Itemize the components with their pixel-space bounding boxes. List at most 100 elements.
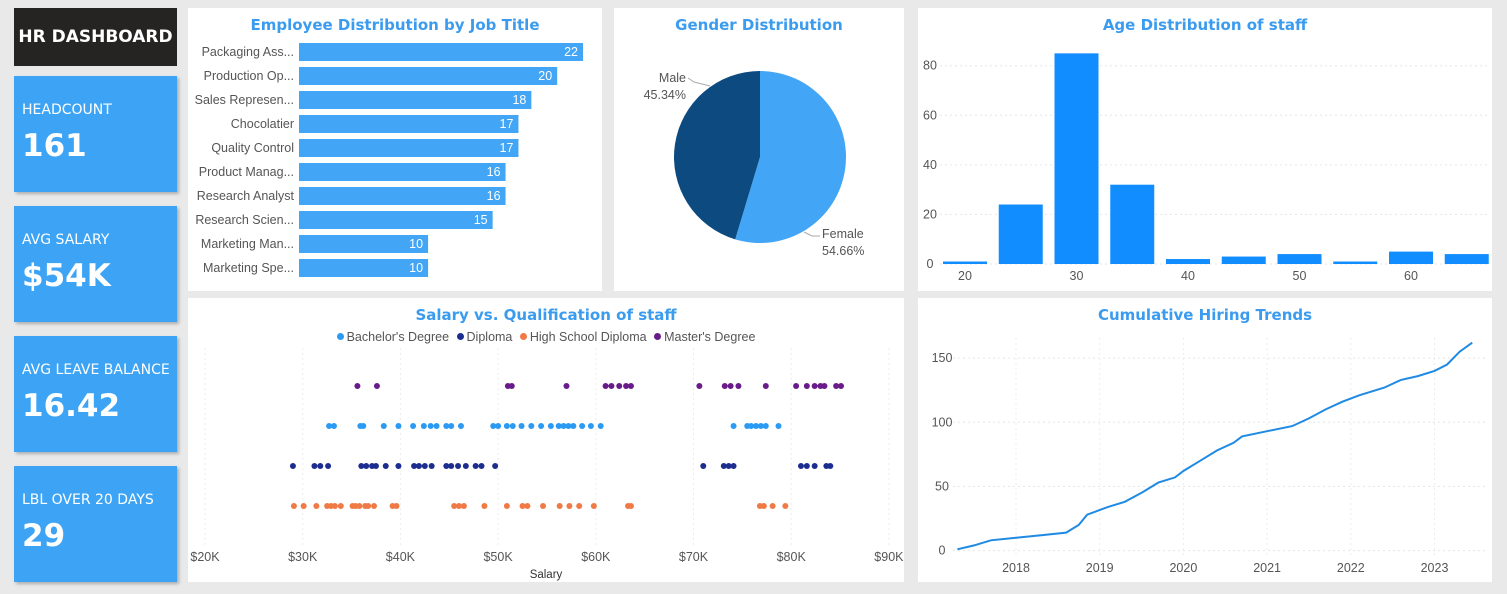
y-tick-label: 50 [935, 479, 949, 493]
scatter-point [290, 503, 297, 509]
x-tick-label: $30K [288, 550, 318, 564]
scatter-point [410, 423, 417, 429]
bar [299, 163, 506, 181]
data-label: 15 [474, 213, 488, 227]
scatter-point [528, 423, 535, 429]
scatter-point [590, 503, 597, 509]
column [1110, 184, 1155, 264]
scatter-point [395, 463, 402, 469]
data-label: 10 [409, 261, 423, 275]
scatter-point [415, 463, 422, 469]
scatter-point [325, 463, 332, 469]
scatter-point [563, 383, 570, 389]
x-tick-label: 2019 [1086, 561, 1114, 575]
scatter-point [587, 423, 594, 429]
scatter-point [472, 463, 479, 469]
scatter-point [448, 423, 455, 429]
gender-pie-chart: Female 54.66% Male 45.34% [644, 71, 864, 258]
kpi-label: AVG SALARY [22, 232, 110, 248]
gender-chart-panel[interactable]: Gender Distribution Female 54.66% Male 45.3… [614, 8, 904, 291]
data-label: 16 [487, 189, 501, 203]
scatter-point [420, 423, 427, 429]
x-tick-label: 2022 [1337, 561, 1365, 575]
x-tick-label: $40K [386, 550, 416, 564]
y-tick-label: Research Scien... [195, 213, 294, 227]
scatter-point [503, 503, 510, 509]
scatter-point [760, 503, 767, 509]
kpi-label: LBL OVER 20 DAYS [22, 492, 154, 508]
y-tick-label: Quality Control [211, 141, 294, 155]
kpi-value: $54K [22, 258, 111, 294]
data-label: 22 [564, 45, 578, 59]
x-tick-label: 30 [1070, 269, 1084, 283]
scatter-point [793, 383, 800, 389]
y-tick-label: 60 [923, 108, 937, 122]
hiring-chart-panel[interactable]: Cumulative Hiring Trends 0 50 100 150 2018 20… [918, 298, 1492, 582]
scatter-point [821, 383, 828, 389]
scatter-point [811, 463, 818, 469]
scatter-point [373, 383, 380, 389]
dashboard-title: HR DASHBOARD [14, 8, 177, 66]
scatter-point [775, 423, 782, 429]
data-label: 16 [487, 165, 501, 179]
job-title-bar-chart: Packaging Ass... 22 Production Op... 20 Sale… [195, 43, 583, 277]
scatter-point [608, 383, 615, 389]
hiring-line-chart: 0 50 100 150 2018 2019 2020 2021 2022 2023 [932, 338, 1488, 575]
column [1166, 259, 1210, 264]
scatter-point [330, 423, 337, 429]
bar [299, 187, 506, 205]
salary-chart-panel[interactable]: Salary vs. Qualification of staff Bachel… [188, 298, 904, 582]
x-tick-label: $20K [190, 550, 220, 564]
scatter-point [811, 383, 818, 389]
scatter-point [356, 503, 363, 509]
kpi-value: 16.42 [22, 388, 121, 424]
scatter-point [540, 503, 547, 509]
scatter-point [393, 503, 400, 509]
scatter-point [448, 463, 455, 469]
x-tick-label: 2023 [1421, 561, 1449, 575]
scatter-point [382, 463, 389, 469]
scatter-point [797, 463, 804, 469]
scatter-point [762, 383, 769, 389]
job-title-chart-panel[interactable]: Employee Distribution by Job Title Packa… [188, 8, 602, 291]
age-column-chart: 0 20 40 60 80 20 30 40 50 60 [923, 53, 1490, 283]
scatter-point [481, 503, 488, 509]
kpi-value: 29 [22, 518, 66, 554]
age-chart-panel[interactable]: Age Distribution of staff 0 20 40 60 80 20 30 4… [918, 8, 1492, 291]
y-tick-label: 80 [923, 59, 937, 73]
scatter-point [492, 463, 499, 469]
kpi-label: AVG LEAVE BALANCE [22, 362, 170, 378]
bar [299, 115, 519, 133]
scatter-point [524, 503, 531, 509]
scatter-point [518, 423, 525, 429]
x-tick-label: $50K [483, 550, 513, 564]
scatter-point [827, 463, 834, 469]
scatter-point [495, 423, 502, 429]
scatter-point [427, 423, 434, 429]
scatter-point [547, 423, 554, 429]
scatter-point [627, 383, 634, 389]
column [1333, 261, 1378, 264]
scatter-point [602, 383, 609, 389]
scatter-point [428, 463, 435, 469]
scatter-point [727, 383, 734, 389]
column [1444, 254, 1489, 264]
scatter-point [566, 503, 573, 509]
y-tick-label: 0 [927, 257, 934, 271]
hiring-line [957, 341, 1473, 551]
y-tick-label: 100 [932, 415, 953, 429]
scatter-point [317, 463, 324, 469]
scatter-point [782, 503, 789, 509]
scatter-point [721, 383, 728, 389]
kpi-card-avg-salary: AVG SALARY $54K [14, 206, 177, 322]
leader-line [803, 231, 820, 237]
y-tick-label: 40 [923, 158, 937, 172]
column [1389, 251, 1433, 264]
scatter-point [460, 503, 467, 509]
scatter-point [462, 463, 469, 469]
scatter-point [627, 503, 634, 509]
x-tick-label: 50 [1293, 269, 1307, 283]
kpi-card-lbl-over-20: LBL OVER 20 DAYS 29 [14, 466, 177, 582]
bar [299, 139, 519, 157]
data-label: 10 [409, 237, 423, 251]
